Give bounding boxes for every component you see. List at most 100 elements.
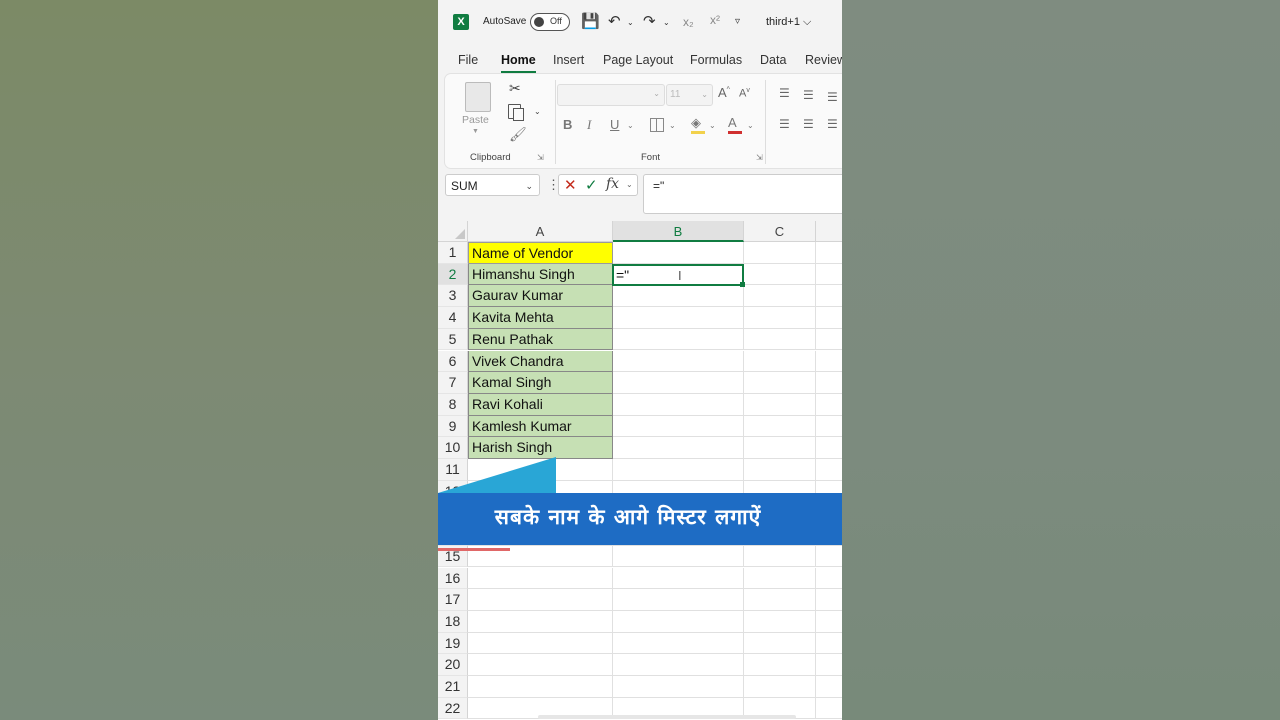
align-top-icon[interactable]: ☰: [779, 86, 790, 100]
cell-d[interactable]: [816, 633, 842, 655]
cell-d[interactable]: [816, 611, 842, 633]
cell-c[interactable]: [744, 437, 816, 459]
decrease-font-icon[interactable]: Av: [739, 87, 750, 100]
cell-c[interactable]: [744, 307, 816, 329]
cell-c[interactable]: [744, 263, 816, 286]
row-header[interactable]: 2: [438, 263, 468, 286]
horizontal-scrollbar[interactable]: [596, 715, 796, 719]
cut-icon[interactable]: ✂: [509, 80, 521, 97]
cell-c[interactable]: [744, 589, 816, 611]
tab-review[interactable]: Review: [805, 53, 842, 67]
cell-d[interactable]: [816, 416, 842, 438]
cell-c[interactable]: [744, 415, 816, 438]
cell-a[interactable]: [468, 632, 613, 655]
fill-dropdown-icon[interactable]: ⌄: [709, 121, 716, 130]
cell-b[interactable]: [613, 459, 744, 481]
align-left-icon[interactable]: ☰: [779, 117, 790, 131]
cell-a[interactable]: Vivek Chandra: [468, 350, 613, 373]
row-header[interactable]: 4: [438, 307, 468, 329]
cell-b[interactable]: [613, 285, 744, 308]
row-header[interactable]: 3: [438, 285, 468, 308]
underline-dropdown-icon[interactable]: ⌄: [627, 121, 634, 130]
cell-d[interactable]: [816, 351, 842, 373]
cell-d[interactable]: [816, 676, 842, 698]
row-header[interactable]: 6: [438, 350, 468, 373]
cell-d[interactable]: [816, 459, 842, 481]
cell-c[interactable]: [744, 285, 816, 308]
cell-d[interactable]: [816, 589, 842, 611]
row-header[interactable]: 17: [438, 589, 468, 611]
cell-d[interactable]: [816, 264, 842, 286]
copy-dropdown-icon[interactable]: ⌄: [534, 107, 541, 116]
tab-formulas[interactable]: Formulas: [690, 53, 742, 67]
cell-d[interactable]: [816, 329, 842, 351]
cell-a[interactable]: Renu Pathak: [468, 328, 613, 351]
italic-button[interactable]: I: [587, 117, 591, 133]
cell-a[interactable]: Himanshu Singh: [468, 263, 613, 286]
clipboard-launcher-icon[interactable]: ⇲: [537, 153, 544, 162]
cell-a[interactable]: [468, 610, 613, 633]
cell-a[interactable]: Gaurav Kumar: [468, 285, 613, 308]
cell-c[interactable]: [744, 350, 816, 373]
row-header[interactable]: 20: [438, 654, 468, 676]
name-box[interactable]: SUM ⌄: [445, 174, 540, 196]
fx-icon[interactable]: fx: [606, 176, 619, 192]
cell-c[interactable]: [744, 242, 816, 264]
cell-c[interactable]: [744, 610, 816, 633]
cell-a[interactable]: Kamlesh Kumar: [468, 415, 613, 438]
autosave-toggle[interactable]: Off: [530, 13, 570, 31]
cell-c[interactable]: [744, 676, 816, 698]
cell-a[interactable]: Ravi Kohali: [468, 393, 613, 416]
customize-toolbar-icon[interactable]: ▿: [735, 16, 740, 27]
cell-b[interactable]: [613, 437, 744, 459]
row-header[interactable]: 9: [438, 415, 468, 438]
cell-c[interactable]: [744, 654, 816, 676]
undo-icon[interactable]: ↶: [608, 12, 621, 30]
cell-b[interactable]: [613, 589, 744, 611]
cell-b[interactable]: [613, 632, 744, 655]
align-bottom-icon[interactable]: ☰: [827, 90, 838, 104]
cell-a[interactable]: Harish Singh: [468, 437, 613, 459]
cell-b[interactable]: [613, 242, 744, 264]
cell-a[interactable]: Kavita Mehta: [468, 307, 613, 329]
row-header[interactable]: 1: [438, 242, 468, 264]
paste-dropdown-icon[interactable]: ▼: [472, 128, 479, 135]
cell-b[interactable]: [613, 567, 744, 590]
row-header[interactable]: 18: [438, 610, 468, 633]
cell-d[interactable]: [816, 546, 842, 568]
cell-b[interactable]: [613, 350, 744, 373]
cell-c[interactable]: [744, 459, 816, 481]
borders-dropdown-icon[interactable]: ⌄: [669, 121, 676, 130]
increase-font-icon[interactable]: A^: [718, 85, 730, 100]
column-header-d[interactable]: [816, 221, 842, 242]
subscript-icon[interactable]: x₂: [683, 15, 694, 29]
cell-b[interactable]: [613, 676, 744, 698]
tab-insert[interactable]: Insert: [553, 53, 584, 67]
cell-c[interactable]: [744, 393, 816, 416]
cell-b[interactable]: [613, 372, 744, 394]
cell-c[interactable]: [744, 567, 816, 590]
font-color-icon[interactable]: A: [728, 115, 737, 130]
font-name-select[interactable]: ⌄: [557, 84, 665, 106]
save-icon[interactable]: 💾: [581, 12, 600, 30]
tab-home[interactable]: Home: [501, 53, 536, 73]
cell-a[interactable]: [468, 589, 613, 611]
fill-handle[interactable]: [740, 281, 745, 287]
cell-a[interactable]: [468, 676, 613, 698]
chevron-down-icon[interactable]: ⌄: [525, 181, 533, 192]
cell-d[interactable]: [816, 372, 842, 394]
row-header[interactable]: 7: [438, 372, 468, 394]
cell-d[interactable]: [816, 307, 842, 329]
cell-b[interactable]: [613, 610, 744, 633]
column-header-b[interactable]: B: [613, 221, 744, 242]
chevron-down-icon[interactable]: ⌄: [626, 180, 633, 189]
cell-d[interactable]: [816, 654, 842, 676]
cell-b[interactable]: [613, 307, 744, 329]
formula-input[interactable]: =": [643, 174, 842, 214]
redo-icon[interactable]: ↷: [643, 12, 656, 30]
borders-icon[interactable]: [650, 118, 664, 132]
cell-c[interactable]: [744, 632, 816, 655]
cell-b[interactable]: [613, 415, 744, 438]
row-header[interactable]: 8: [438, 393, 468, 416]
cell-d[interactable]: [816, 437, 842, 459]
